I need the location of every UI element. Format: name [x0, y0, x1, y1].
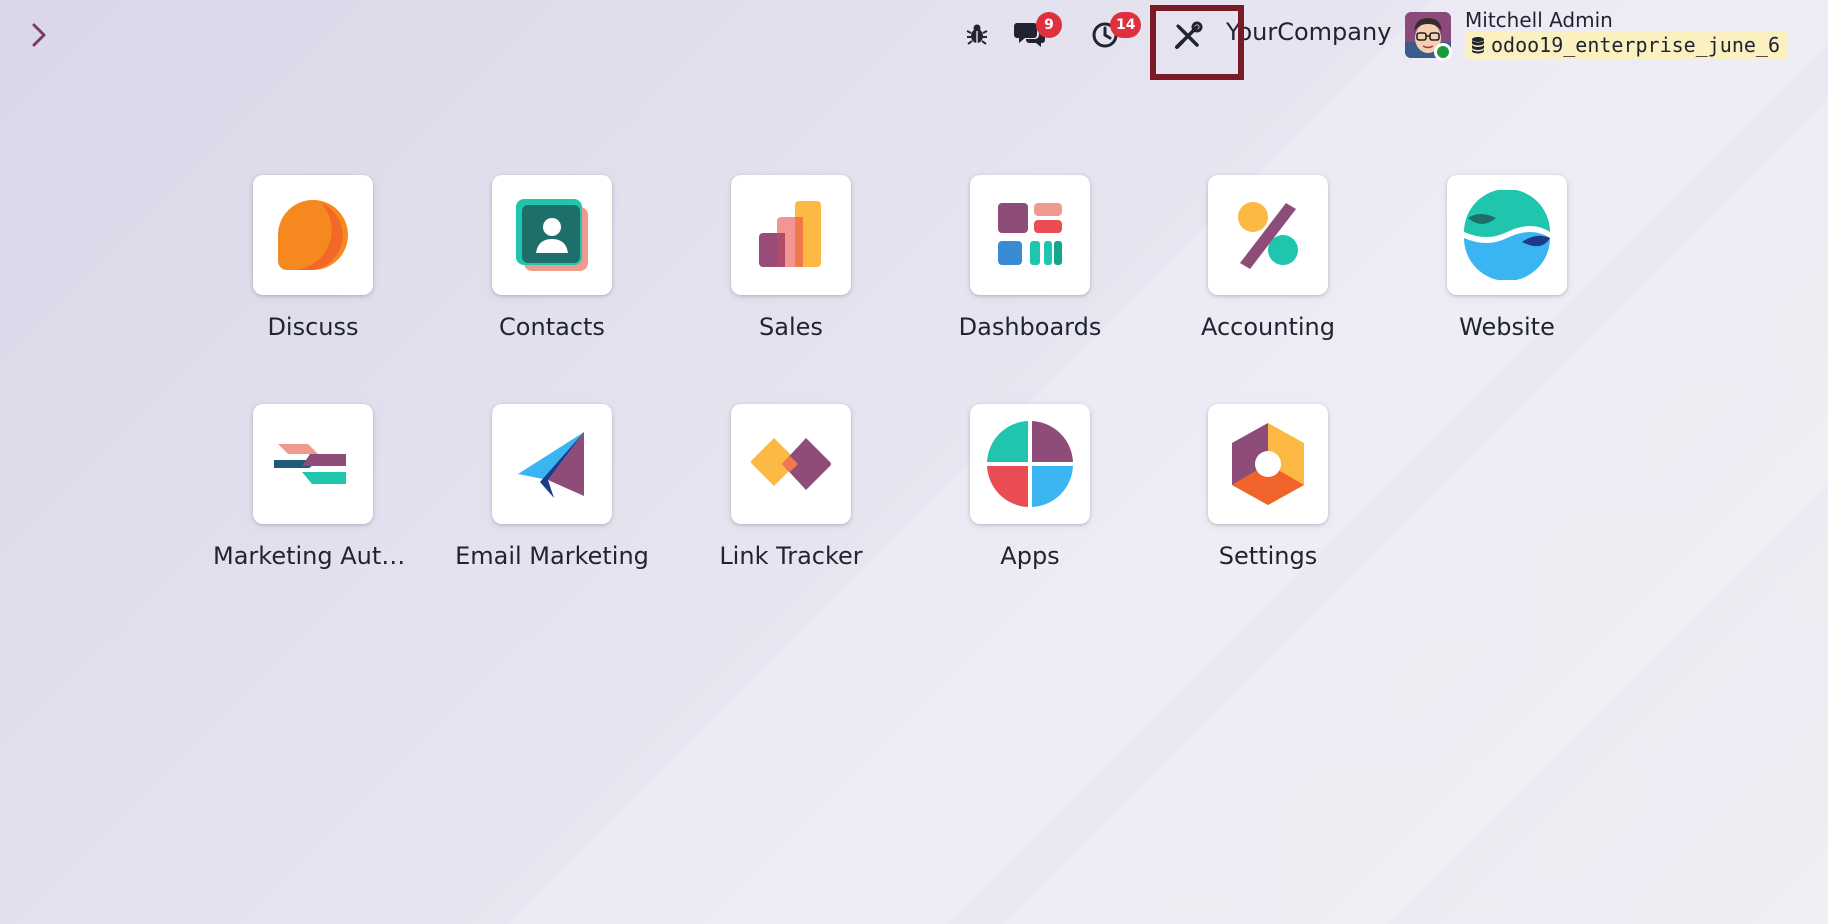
- app-label: Contacts: [499, 313, 605, 341]
- app-tile: [1447, 175, 1567, 295]
- company-switcher[interactable]: YourCompany: [1226, 18, 1391, 46]
- bug-icon: [966, 24, 988, 45]
- database-name: odoo19_enterprise_june_6: [1465, 32, 1788, 60]
- app-tile: [253, 404, 373, 524]
- sales-icon: [759, 201, 821, 267]
- app-label: Marketing Auto...: [213, 542, 413, 570]
- app-apps[interactable]: Apps: [910, 404, 1150, 614]
- app-tile: [731, 175, 851, 295]
- database-icon: [1472, 37, 1484, 54]
- link-tracker-icon: [751, 438, 831, 490]
- apps-icon: [987, 421, 1073, 507]
- app-tile: [970, 175, 1090, 295]
- app-sales[interactable]: Sales: [671, 175, 911, 385]
- debug-button[interactable]: [962, 18, 992, 50]
- app-tile: [253, 175, 373, 295]
- accounting-icon: [1238, 202, 1298, 269]
- chevron-right-icon: [32, 23, 46, 47]
- app-label: Settings: [1218, 542, 1318, 570]
- app-tile: [492, 404, 612, 524]
- app-label: Apps: [1000, 542, 1060, 570]
- top-navbar: 9 14 YourCompany Mitchell Admin odoo19_e…: [0, 0, 1828, 80]
- dashboards-icon: [998, 203, 1062, 265]
- app-label: Website: [1459, 313, 1555, 341]
- app-tile: [1208, 404, 1328, 524]
- contacts-icon: [516, 199, 588, 271]
- app-tile: [970, 404, 1090, 524]
- app-label: Email Marketing: [455, 542, 649, 570]
- marketing-automation-icon: [274, 444, 346, 484]
- app-contacts[interactable]: Contacts: [432, 175, 672, 385]
- app-tile: [731, 404, 851, 524]
- user-name[interactable]: Mitchell Admin: [1465, 8, 1613, 32]
- app-dashboards[interactable]: Dashboards: [910, 175, 1150, 385]
- app-marketing-automation[interactable]: Marketing Auto...: [193, 404, 433, 614]
- app-label: Link Tracker: [719, 542, 863, 570]
- app-discuss[interactable]: Discuss: [193, 175, 433, 385]
- app-label: Accounting: [1200, 313, 1335, 341]
- settings-icon: [1232, 423, 1304, 505]
- app-link-tracker[interactable]: Link Tracker: [671, 404, 911, 614]
- messages-count-badge: 9: [1036, 12, 1062, 38]
- email-marketing-icon: [518, 432, 584, 498]
- app-email-marketing[interactable]: Email Marketing: [432, 404, 672, 614]
- app-tile: [492, 175, 612, 295]
- highlight-annotation: [1150, 5, 1244, 80]
- app-label: Sales: [759, 313, 823, 341]
- sidebar-toggle-button[interactable]: [26, 20, 52, 50]
- app-website[interactable]: Website: [1387, 175, 1627, 385]
- app-accounting[interactable]: Accounting: [1148, 175, 1388, 385]
- app-tile: [1208, 175, 1328, 295]
- online-status-indicator: [1434, 43, 1452, 61]
- app-label: Discuss: [267, 313, 359, 341]
- website-icon: [1464, 190, 1550, 280]
- database-name-text: odoo19_enterprise_june_6: [1491, 33, 1780, 57]
- app-settings[interactable]: Settings: [1148, 404, 1388, 614]
- discuss-icon: [278, 200, 348, 270]
- activities-count-badge: 14: [1110, 12, 1142, 38]
- app-label: Dashboards: [958, 313, 1102, 341]
